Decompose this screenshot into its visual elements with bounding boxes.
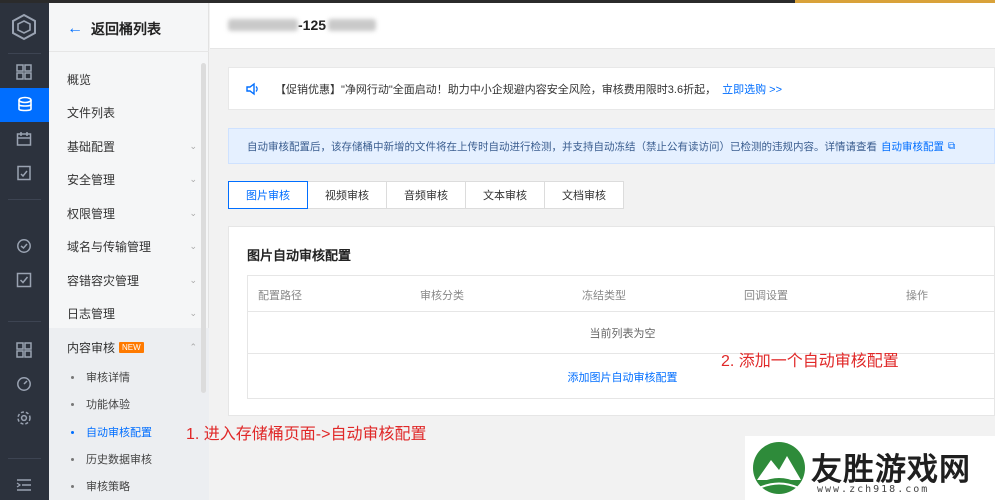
mountain-logo-icon	[753, 442, 805, 494]
settings-gear-icon[interactable]	[14, 408, 34, 428]
collapse-menu-icon[interactable]	[14, 475, 34, 495]
audit-config-table: 配置路径 审核分类 冻结类型 回调设置 操作 当前列表为空 添加图片自动审核配置	[247, 275, 995, 399]
external-link-icon[interactable]: ⧉	[948, 141, 955, 152]
back-to-bucket-list-link[interactable]: ← 返回桶列表	[67, 19, 161, 39]
sidebar-scrollbar[interactable]	[201, 63, 206, 393]
bullet-dot	[71, 484, 74, 488]
sidebar-item-disaster-recovery[interactable]: 容错容灾管理 ⌄	[67, 270, 197, 290]
watermark-url: www.zch918.com	[817, 484, 930, 495]
card-title: 图片自动审核配置	[247, 248, 352, 263]
tab-audio-audit[interactable]: 音频审核	[386, 181, 466, 209]
info-notice: 自动审核配置后，该存储桶中新增的文件将在上传时自动进行检测，并支持自动冻结（禁止…	[228, 128, 995, 164]
rail-separator	[8, 321, 41, 322]
sidebar-item-domain-transfer[interactable]: 域名与传输管理 ⌄	[67, 236, 197, 256]
sidebar-item-label: 日志管理	[67, 306, 116, 321]
sub-item-label: 审核详情	[86, 372, 130, 384]
chevron-down-icon: ⌄	[189, 274, 197, 285]
column-header: 冻结类型	[582, 290, 626, 302]
column-header: 操作	[906, 290, 928, 302]
sidebar-item-label: 概览	[67, 72, 92, 87]
cube-logo-icon[interactable]	[10, 13, 38, 41]
rail-separator	[8, 53, 41, 54]
redacted-app-id	[328, 19, 377, 31]
sub-item-audit-policy[interactable]: 审核策略	[71, 478, 130, 494]
tab-image-audit[interactable]: 图片审核	[228, 181, 308, 209]
chevron-down-icon: ⌄	[189, 207, 197, 218]
sub-item-history-audit[interactable]: 历史数据审核	[71, 451, 152, 467]
sidebar-item-overview[interactable]: 概览	[67, 69, 187, 89]
sidebar-item-label: 域名与传输管理	[67, 239, 152, 254]
annotation-step-1: 1. 进入存储桶页面->自动审核配置	[186, 426, 427, 443]
sidebar-item-label: 内容审核	[67, 340, 116, 355]
sidebar-item-label: 容错容灾管理	[67, 273, 140, 288]
table-header: 配置路径 审核分类 冻结类型 回调设置 操作	[248, 276, 995, 312]
sub-item-label: 功能体验	[86, 399, 130, 411]
rail-separator	[8, 199, 41, 200]
chevron-down-icon: ⌄	[189, 140, 197, 151]
storage-bucket-icon[interactable]	[0, 88, 49, 122]
new-badge: NEW	[119, 341, 144, 353]
column-header: 配置路径	[258, 290, 302, 302]
watermark-name: 友胜游戏网	[811, 452, 971, 487]
sidebar-item-logs[interactable]: 日志管理 ⌄	[67, 303, 197, 323]
column-header: 审核分类	[420, 290, 464, 302]
page-header: -125	[210, 3, 995, 49]
tab-text-audit[interactable]: 文本审核	[465, 181, 545, 209]
bullet-dot	[71, 375, 74, 379]
sidebar-divider	[49, 51, 209, 52]
bucket-suffix: -125	[298, 17, 327, 33]
chevron-down-icon: ⌄	[189, 307, 197, 318]
promo-banner: 【促销优惠】"净网行动"全面启动！助力中小企规避内容安全风险，审核费用限时3.6…	[228, 67, 995, 110]
info-text: 自动审核配置后，该存储桶中新增的文件将在上传时自动进行检测，并支持自动冻结（禁止…	[247, 140, 877, 153]
sidebar-item-label: 文件列表	[67, 105, 116, 120]
icon-rail	[0, 3, 49, 500]
chevron-down-icon: ⌄	[189, 173, 197, 184]
bucket-title: -125	[228, 17, 377, 33]
document-check-icon[interactable]	[14, 163, 34, 183]
speaker-icon	[246, 82, 258, 95]
apps-grid-icon[interactable]	[14, 340, 34, 360]
tab-document-audit[interactable]: 文档审核	[544, 181, 624, 209]
chevron-up-icon: ⌃	[189, 341, 197, 352]
image-auto-audit-card: 图片自动审核配置 配置路径 审核分类 冻结类型 回调设置 操作 当前列表为空 添…	[228, 226, 995, 416]
sub-item-feature-trial[interactable]: 功能体验	[71, 396, 130, 412]
sidebar-item-content-audit[interactable]: 内容审核 NEW ⌃	[67, 337, 197, 357]
sidebar-item-label: 安全管理	[67, 172, 116, 187]
sub-item-label: 历史数据审核	[86, 454, 152, 466]
sidebar-item-permissions[interactable]: 权限管理 ⌄	[67, 203, 197, 223]
shield-scan-icon[interactable]	[14, 236, 34, 256]
audit-type-tabs: 图片审核 视频审核 音频审核 文本审核 文档审核	[228, 181, 624, 209]
column-header: 回调设置	[744, 290, 788, 302]
sidebar-item-basic-config[interactable]: 基础配置 ⌄	[67, 136, 197, 156]
tab-video-audit[interactable]: 视频审核	[307, 181, 387, 209]
promo-text: 【促销优惠】"净网行动"全面启动！助力中小企规避内容安全风险，审核费用限时3.6…	[275, 83, 717, 96]
sidebar-item-label: 基础配置	[67, 139, 116, 154]
checkbox-icon[interactable]	[14, 270, 34, 290]
sub-item-label: 审核策略	[86, 481, 130, 493]
arrow-left-icon: ←	[67, 20, 83, 37]
sidebar-item-label: 权限管理	[67, 206, 116, 221]
annotation-step-2: 2. 添加一个自动审核配置	[721, 353, 899, 370]
sidebar: ← 返回桶列表 概览 文件列表 基础配置 ⌄ 安全管理 ⌄ 权限管理 ⌄ 域名与传输管…	[49, 3, 209, 500]
calendar-icon[interactable]	[14, 129, 34, 149]
sub-item-audit-details[interactable]: 审核详情	[71, 369, 130, 385]
bullet-dot	[71, 457, 74, 461]
sub-item-auto-audit-config[interactable]: 自动审核配置	[71, 424, 152, 440]
bullet-dot	[71, 402, 74, 406]
speed-gauge-icon[interactable]	[14, 374, 34, 394]
sidebar-item-file-list[interactable]: 文件列表	[67, 102, 187, 122]
bullet-dot	[71, 430, 74, 434]
sidebar-item-security[interactable]: 安全管理 ⌄	[67, 169, 197, 189]
chevron-down-icon: ⌄	[189, 240, 197, 251]
auto-audit-doc-link[interactable]: 自动审核配置	[881, 139, 944, 154]
watermark: 友胜游戏网 www.zch918.com	[745, 436, 995, 500]
buy-now-link[interactable]: 立即选购 >>	[722, 81, 782, 97]
redacted-bucket-name	[228, 19, 298, 31]
rail-separator	[8, 458, 41, 459]
back-label: 返回桶列表	[91, 21, 161, 37]
sub-item-label: 自动审核配置	[86, 427, 152, 439]
dashboard-icon[interactable]	[14, 62, 34, 82]
